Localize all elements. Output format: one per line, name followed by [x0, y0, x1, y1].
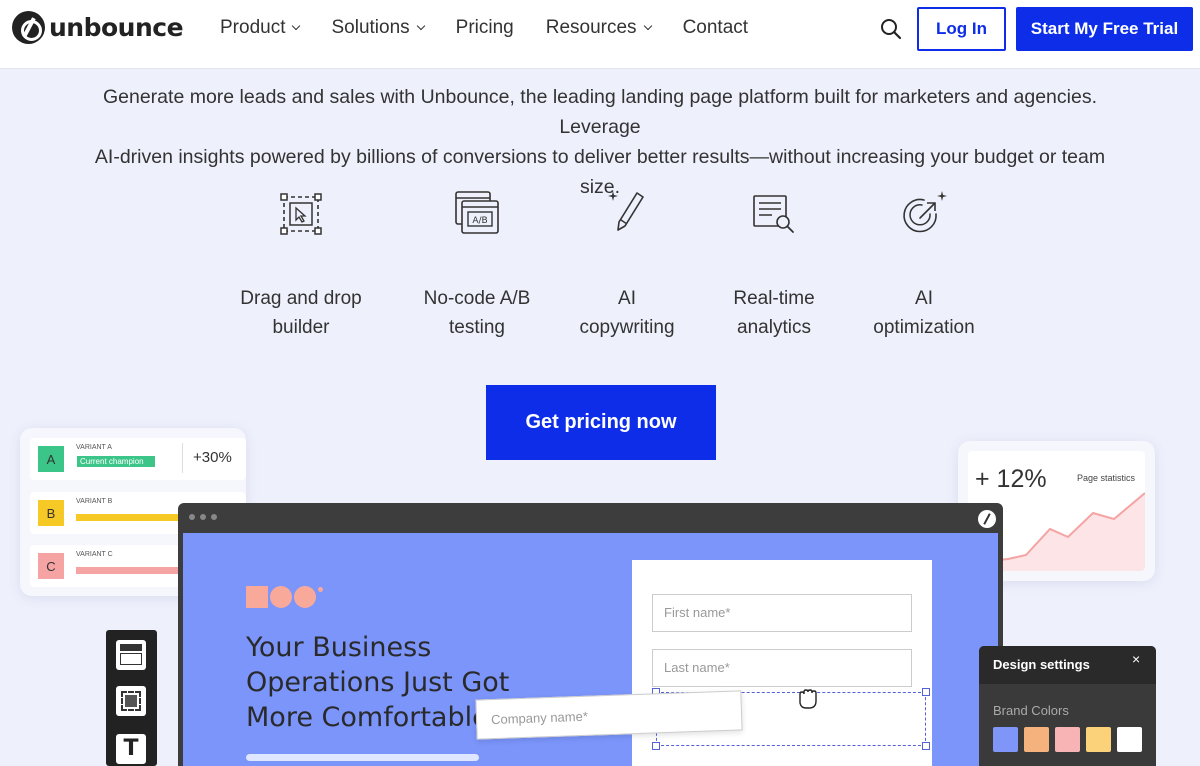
- first-name-field: First name*: [652, 594, 912, 632]
- ai-pen-icon: [608, 191, 644, 231]
- variant-badge: A: [38, 446, 64, 472]
- variant-badge: B: [38, 500, 64, 526]
- variant-name: VARIANT B: [76, 498, 113, 505]
- hero-description: Generate more leads and sales with Unbou…: [90, 82, 1110, 202]
- menu-item-label: Pricing: [455, 17, 514, 38]
- feature-label: No-code A/B testing: [423, 288, 531, 338]
- menu-item-resources[interactable]: Resources: [545, 17, 652, 39]
- variant-bar: [76, 514, 186, 521]
- menu-item-solutions[interactable]: Solutions: [331, 17, 425, 39]
- ab-test-icon: A/B: [455, 191, 499, 234]
- menu-item-label: Product: [220, 17, 286, 38]
- window-dots: [189, 514, 217, 520]
- mockup-text-placeholder: [246, 754, 479, 761]
- resize-handle: [922, 742, 930, 750]
- menu-item-label: Solutions: [331, 17, 410, 38]
- resize-handle: [922, 688, 930, 696]
- close-icon[interactable]: ×: [1132, 651, 1140, 667]
- design-settings-panel: Design settings × Brand Colors: [979, 646, 1156, 766]
- text-tool-icon[interactable]: T: [116, 734, 146, 764]
- search-icon[interactable]: [880, 18, 902, 40]
- variant-lift: +30%: [193, 449, 232, 466]
- box-tool-icon[interactable]: [116, 686, 146, 716]
- chevron-down-icon: [292, 21, 301, 31]
- variant-name: VARIANT C: [76, 551, 113, 558]
- svg-text:A/B: A/B: [472, 216, 487, 226]
- chevron-down-icon: [643, 21, 652, 31]
- menu-item-contact[interactable]: Contact: [683, 17, 748, 39]
- design-settings-header: Design settings ×: [979, 646, 1156, 684]
- builder-toolbar: T: [106, 630, 157, 766]
- brand-colors-label: Brand Colors: [993, 703, 1069, 718]
- variant-name: VARIANT A: [76, 444, 112, 451]
- unbounce-logo[interactable]: unbounce: [12, 11, 184, 44]
- last-name-field: Last name*: [652, 649, 912, 687]
- menu-item-label: Contact: [682, 17, 749, 38]
- variant-bar: [76, 567, 186, 574]
- login-button[interactable]: Log In: [917, 7, 1006, 51]
- menu-item-product[interactable]: Product: [220, 17, 301, 39]
- top-navigation: unbounce Product Solutions Pricing Resou…: [0, 0, 1200, 68]
- color-swatch[interactable]: [1086, 727, 1111, 752]
- feature-label: Drag and drop builder: [240, 288, 362, 338]
- drag-drop-icon: [280, 193, 322, 235]
- feature-drag-drop: Drag and drop builder: [221, 188, 381, 342]
- menu-item-label: Resources: [545, 17, 637, 38]
- design-settings-title: Design settings: [993, 657, 1090, 672]
- menu-item-pricing[interactable]: Pricing: [456, 17, 514, 39]
- color-swatch[interactable]: [993, 727, 1018, 752]
- feature-ai-copywriting: AI copywriting: [547, 188, 707, 342]
- unbounce-logo-icon: [978, 510, 996, 528]
- champion-tag: Current champion: [77, 456, 155, 467]
- brand-shapes: [246, 586, 323, 608]
- variant-badge: C: [38, 553, 64, 579]
- logo-text: unbounce: [49, 13, 184, 42]
- color-swatch[interactable]: [1055, 727, 1080, 752]
- color-swatch[interactable]: [1117, 727, 1142, 752]
- resize-handle: [652, 742, 660, 750]
- feature-label: Real-time analytics: [733, 288, 815, 338]
- variant-row: A VARIANT A Current champion +30%: [30, 438, 246, 480]
- brand-color-swatches: [993, 727, 1142, 752]
- get-pricing-button[interactable]: Get pricing now: [486, 385, 716, 460]
- feature-analytics: Real-time analytics: [694, 188, 854, 342]
- section-tool-icon[interactable]: [116, 640, 146, 670]
- ai-target-icon: [903, 191, 947, 233]
- start-free-trial-button[interactable]: Start My Free Trial: [1016, 7, 1193, 51]
- feature-label: AI copywriting: [579, 288, 675, 338]
- feature-ai-optimization: AI optimization: [844, 188, 1004, 342]
- chevron-down-icon: [416, 21, 425, 31]
- feature-ab-testing: A/B No-code A/B testing: [397, 188, 557, 342]
- main-menu: Product Solutions Pricing Resources Cont…: [220, 17, 780, 39]
- color-swatch[interactable]: [1024, 727, 1049, 752]
- divider: [182, 443, 183, 473]
- unbounce-logo-icon: [12, 11, 45, 44]
- grab-hand-icon: [799, 689, 817, 709]
- hero-description-line: Generate more leads and sales with Unbou…: [102, 86, 1097, 138]
- feature-label: AI optimization: [873, 288, 975, 338]
- analytics-icon: [753, 195, 794, 233]
